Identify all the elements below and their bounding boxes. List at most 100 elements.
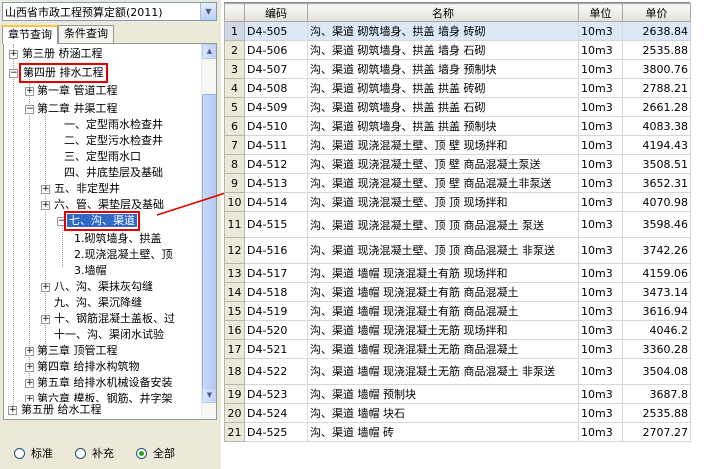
- row-name[interactable]: 沟、渠道 墙帽 现浇混凝土有筋 商品混凝土: [307, 301, 579, 321]
- tree-node-book4[interactable]: 第四册 排水工程: [19, 63, 108, 83]
- row-index[interactable]: 7: [224, 135, 245, 155]
- row-code[interactable]: D4-513: [244, 173, 308, 193]
- row-index[interactable]: 17: [224, 339, 245, 359]
- row-name[interactable]: 沟、渠道 现浇混凝土壁、顶 壁 现场拌和: [307, 135, 579, 155]
- table-row[interactable]: 14 D4-518 沟、渠道 墙帽 现浇混凝土有筋 商品混凝土 10m3 3473.14: [224, 282, 691, 302]
- tree-node-item9[interactable]: 九、沟、渠沉降缝: [54, 295, 142, 311]
- row-code[interactable]: D4-522: [244, 358, 308, 385]
- table-row[interactable]: 21 D4-525 沟、渠道 墙帽 砖 10m3 2707.27: [224, 422, 691, 442]
- radio-all[interactable]: 全部: [136, 445, 175, 461]
- row-price[interactable]: 3504.08: [622, 358, 691, 385]
- tree-node-item7-selected[interactable]: 七、沟、渠道: [64, 211, 140, 231]
- row-name[interactable]: 沟、渠道 墙帽 块石: [307, 403, 579, 423]
- row-price[interactable]: 4159.06: [622, 263, 691, 283]
- row-unit[interactable]: 10m3: [578, 173, 623, 193]
- row-name[interactable]: 沟、渠道 砌筑墙身、拱盖 拱盖 石砌: [307, 97, 579, 117]
- row-price[interactable]: 2788.21: [622, 78, 691, 98]
- tree-node-sub2[interactable]: 2.现浇混凝土壁、顶: [74, 247, 173, 263]
- tree-node-chapter3[interactable]: 第三章 顶管工程: [37, 343, 118, 359]
- row-price[interactable]: 3800.76: [622, 59, 691, 79]
- row-name[interactable]: 沟、渠道 砌筑墙身、拱盖 拱盖 砖砌: [307, 78, 579, 98]
- row-name[interactable]: 沟、渠道 砌筑墙身、拱盖 墙身 石砌: [307, 40, 579, 60]
- row-index[interactable]: 13: [224, 263, 245, 283]
- row-price[interactable]: 4070.98: [622, 192, 691, 212]
- row-index[interactable]: 18: [224, 358, 245, 385]
- row-index[interactable]: 21: [224, 422, 245, 442]
- row-price[interactable]: 3360.28: [622, 339, 691, 359]
- expand-plus-icon[interactable]: +: [41, 185, 50, 194]
- row-unit[interactable]: 10m3: [578, 21, 623, 41]
- row-price[interactable]: 4194.43: [622, 135, 691, 155]
- row-name[interactable]: 沟、渠道 砌筑墙身、拱盖 墙身 预制块: [307, 59, 579, 79]
- row-code[interactable]: D4-508: [244, 78, 308, 98]
- row-unit[interactable]: 10m3: [578, 192, 623, 212]
- table-row[interactable]: 2 D4-506 沟、渠道 砌筑墙身、拱盖 墙身 石砌 10m3 2535.88: [224, 40, 691, 60]
- row-code[interactable]: D4-518: [244, 282, 308, 302]
- row-index[interactable]: 16: [224, 320, 245, 340]
- row-price[interactable]: 3616.94: [622, 301, 691, 321]
- row-unit[interactable]: 10m3: [578, 358, 623, 385]
- row-price[interactable]: 3652.31: [622, 173, 691, 193]
- row-index[interactable]: 9: [224, 173, 245, 193]
- tab-chapter-query[interactable]: 章节查询: [2, 25, 58, 44]
- radio-standard[interactable]: 标准: [14, 445, 53, 461]
- collapse-minus-icon[interactable]: −: [9, 69, 18, 78]
- table-row[interactable]: 13 D4-517 沟、渠道 墙帽 现浇混凝土有筋 现场拌和 10m3 4159.06: [224, 263, 691, 283]
- tree-node-sub1[interactable]: 1.砌筑墙身、拱盖: [74, 231, 162, 247]
- row-price[interactable]: 3473.14: [622, 282, 691, 302]
- row-code[interactable]: D4-511: [244, 135, 308, 155]
- row-price[interactable]: 3742.26: [622, 237, 691, 264]
- row-unit[interactable]: 10m3: [578, 211, 623, 238]
- radio-circle-icon[interactable]: [75, 447, 86, 459]
- expand-plus-icon[interactable]: +: [41, 283, 50, 292]
- table-row[interactable]: 11 D4-515 沟、渠道 现浇混凝土壁、顶 顶 商品混凝土 泵送 10m3 3598…: [224, 211, 691, 238]
- tree-node-item10[interactable]: 十、钢筋混凝土盖板、过: [54, 311, 175, 327]
- row-unit[interactable]: 10m3: [578, 97, 623, 117]
- scroll-down-icon[interactable]: ▼: [202, 388, 216, 403]
- table-row[interactable]: 16 D4-520 沟、渠道 墙帽 现浇混凝土无筋 现场拌和 10m3 4046.2: [224, 320, 691, 340]
- expand-plus-icon[interactable]: +: [25, 87, 34, 96]
- row-name[interactable]: 沟、渠道 墙帽 现浇混凝土无筋 现场拌和: [307, 320, 579, 340]
- row-index[interactable]: 10: [224, 192, 245, 212]
- table-row[interactable]: 19 D4-523 沟、渠道 墙帽 预制块 10m3 3687.8: [224, 384, 691, 404]
- expand-plus-icon[interactable]: +: [41, 201, 50, 210]
- row-name[interactable]: 沟、渠道 现浇混凝土壁、顶 顶 商品混凝土 泵送: [307, 211, 579, 238]
- header-name[interactable]: 名称: [307, 3, 579, 22]
- row-unit[interactable]: 10m3: [578, 237, 623, 264]
- tree-node-book5[interactable]: 第五册 给水工程: [21, 402, 102, 418]
- table-row[interactable]: 3 D4-507 沟、渠道 砌筑墙身、拱盖 墙身 预制块 10m3 3800.76: [224, 59, 691, 79]
- row-name[interactable]: 沟、渠道 现浇混凝土壁、顶 壁 商品混凝土泵送: [307, 154, 579, 174]
- tree-node-item8[interactable]: 八、沟、渠抹灰勾缝: [54, 279, 153, 295]
- radio-supplement[interactable]: 补充: [75, 445, 114, 461]
- row-price[interactable]: 2535.88: [622, 40, 691, 60]
- row-price[interactable]: 4046.2: [622, 320, 691, 340]
- expand-plus-icon[interactable]: +: [25, 379, 34, 388]
- row-code[interactable]: D4-512: [244, 154, 308, 174]
- row-index[interactable]: 19: [224, 384, 245, 404]
- row-unit[interactable]: 10m3: [578, 116, 623, 136]
- table-row[interactable]: 15 D4-519 沟、渠道 墙帽 现浇混凝土有筋 商品混凝土 10m3 3616.94: [224, 301, 691, 321]
- row-unit[interactable]: 10m3: [578, 154, 623, 174]
- row-price[interactable]: 3508.51: [622, 154, 691, 174]
- row-unit[interactable]: 10m3: [578, 301, 623, 321]
- row-unit[interactable]: 10m3: [578, 59, 623, 79]
- collapse-minus-icon[interactable]: −: [57, 217, 66, 226]
- collapse-minus-icon[interactable]: −: [25, 105, 34, 114]
- tree-node-item6[interactable]: 六、管、渠垫层及基础: [54, 197, 164, 213]
- tree-vertical-scrollbar[interactable]: ▲ ▼: [201, 44, 216, 419]
- row-code[interactable]: D4-507: [244, 59, 308, 79]
- row-name[interactable]: 沟、渠道 墙帽 现浇混凝土有筋 现场拌和: [307, 263, 579, 283]
- row-code[interactable]: D4-523: [244, 384, 308, 404]
- row-unit[interactable]: 10m3: [578, 403, 623, 423]
- row-code[interactable]: D4-517: [244, 263, 308, 283]
- row-code[interactable]: D4-515: [244, 211, 308, 238]
- tree-node-item4[interactable]: 四、井底垫层及基础: [64, 165, 163, 181]
- row-unit[interactable]: 10m3: [578, 339, 623, 359]
- header-code[interactable]: 编码: [244, 3, 308, 22]
- row-index[interactable]: 5: [224, 97, 245, 117]
- row-name[interactable]: 沟、渠道 墙帽 现浇混凝土无筋 商品混凝土 非泵送: [307, 358, 579, 385]
- expand-plus-icon[interactable]: +: [25, 347, 34, 356]
- table-row[interactable]: 1 D4-505 沟、渠道 砌筑墙身、拱盖 墙身 砖砌 10m3 2638.84: [224, 21, 691, 41]
- row-index[interactable]: 11: [224, 211, 245, 238]
- radio-circle-icon[interactable]: [14, 447, 25, 459]
